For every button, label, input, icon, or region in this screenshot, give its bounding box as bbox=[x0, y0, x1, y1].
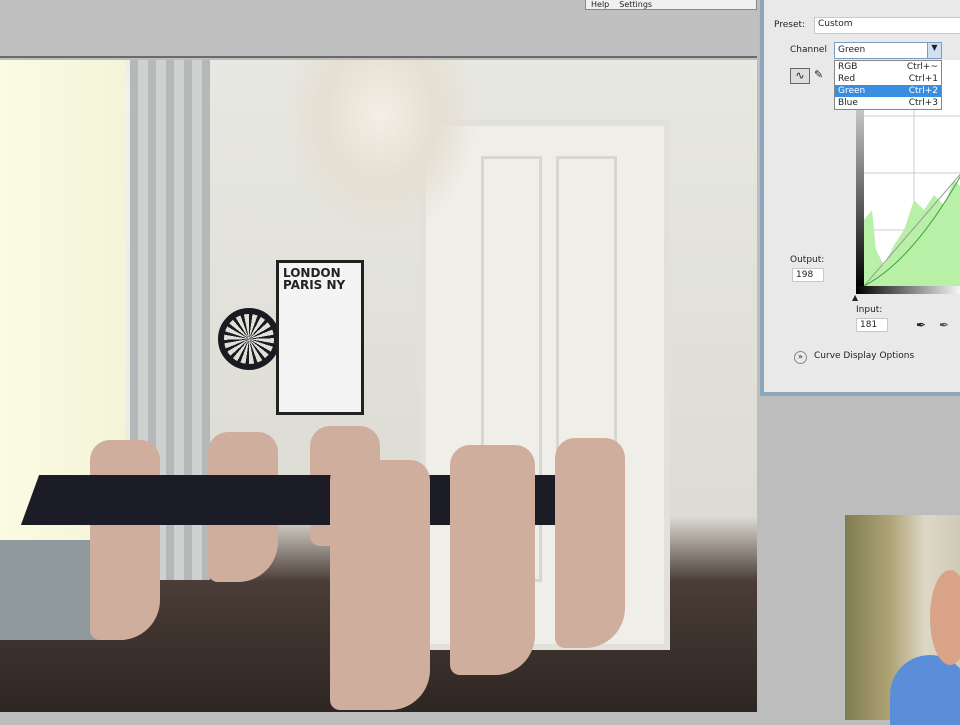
expand-icon[interactable]: » bbox=[794, 351, 807, 364]
curves-dialog: Preset: Custom Channel Green ▼ RGB Ctrl+~ … bbox=[760, 0, 960, 396]
image-canvas[interactable]: LONDON PARIS NY bbox=[0, 60, 757, 712]
curve-tool-icon[interactable]: ∿ bbox=[790, 68, 810, 84]
output-label: Output: bbox=[790, 255, 825, 265]
menu-item-red[interactable]: Red Ctrl+1 bbox=[835, 73, 941, 85]
black-eyedropper-icon[interactable]: ✒ bbox=[916, 318, 926, 332]
curve-display-options[interactable]: Curve Display Options bbox=[814, 351, 914, 361]
channel-menu: RGB Ctrl+~ Red Ctrl+1 Green Ctrl+2 Blue Ctrl… bbox=[834, 60, 942, 110]
channel-select[interactable]: Green ▼ bbox=[834, 42, 942, 59]
black-point-slider[interactable]: ▲ bbox=[852, 293, 858, 302]
pencil-tool-icon[interactable]: ✎ bbox=[814, 68, 823, 81]
input-field[interactable]: 181 bbox=[856, 318, 888, 332]
webcam-overlay bbox=[845, 515, 960, 725]
menu-item-rgb[interactable]: RGB Ctrl+~ bbox=[835, 61, 941, 73]
input-label: Input: bbox=[856, 305, 883, 315]
preset-select[interactable]: Custom bbox=[814, 17, 960, 34]
channel-value: Green bbox=[838, 45, 866, 55]
menu-item-blue[interactable]: Blue Ctrl+3 bbox=[835, 97, 941, 109]
chair bbox=[90, 440, 160, 640]
chair bbox=[330, 460, 430, 710]
app-toolbar: Help Settings bbox=[0, 0, 757, 58]
chair bbox=[450, 445, 535, 675]
output-field[interactable]: 198 bbox=[792, 268, 824, 282]
chair bbox=[555, 438, 625, 648]
channel-label: Channel bbox=[790, 45, 827, 55]
preset-label: Preset: bbox=[774, 20, 806, 30]
menu-item-green[interactable]: Green Ctrl+2 bbox=[835, 85, 941, 97]
input-gradient-bar bbox=[856, 286, 960, 294]
help-settings-bar: Help Settings bbox=[585, 0, 757, 10]
settings-button[interactable]: Settings bbox=[619, 0, 652, 9]
presenter-shirt bbox=[890, 655, 960, 725]
chevron-down-icon[interactable]: ▼ bbox=[927, 43, 941, 58]
chandelier bbox=[280, 60, 480, 240]
wall-fan bbox=[218, 308, 280, 370]
poster: LONDON PARIS NY bbox=[276, 260, 364, 415]
help-button[interactable]: Help bbox=[591, 0, 609, 9]
gray-eyedropper-icon[interactable]: ✒ bbox=[939, 318, 949, 332]
presenter-face bbox=[930, 570, 960, 665]
